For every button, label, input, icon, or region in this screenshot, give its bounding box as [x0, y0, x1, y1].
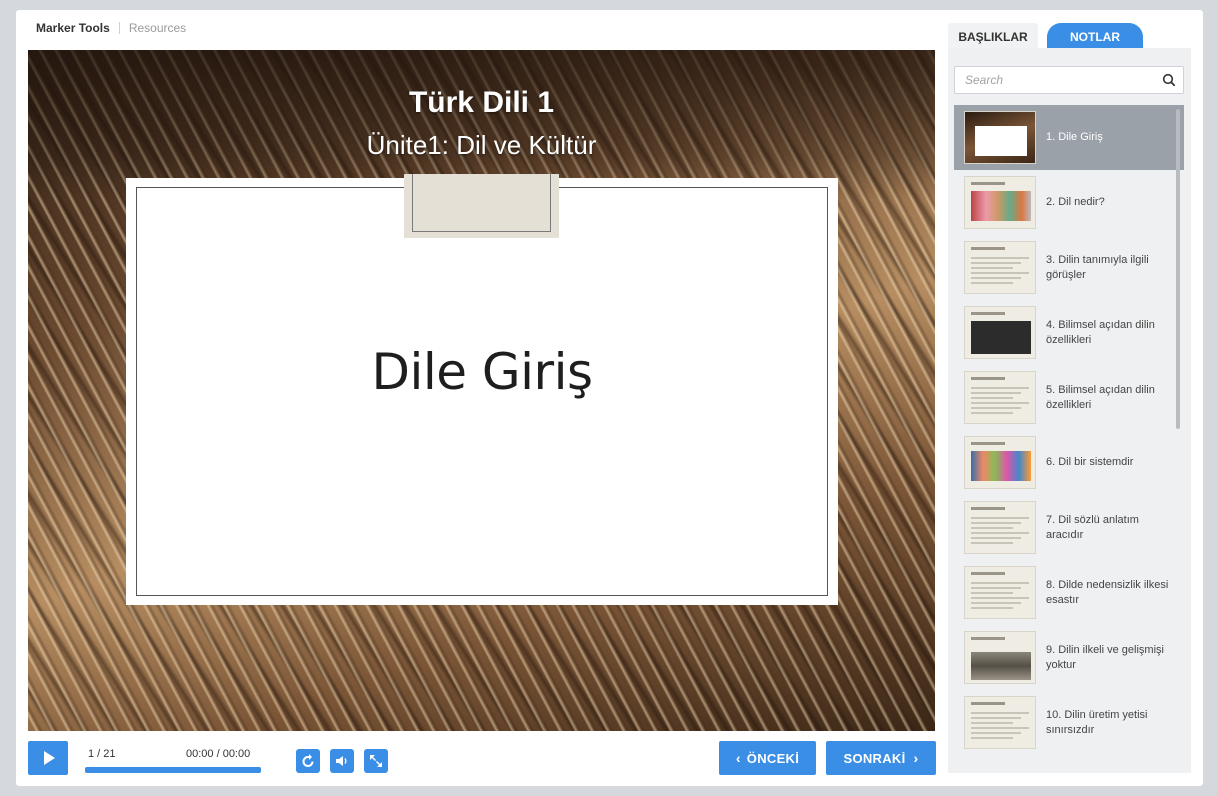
slide-list-item-label: 3. Dilin tanımıyla ilgili görüşler: [1046, 253, 1149, 281]
slide-heading: Dile Giriş: [371, 343, 593, 401]
search-input[interactable]: [955, 67, 1145, 93]
slide-list-item[interactable]: 3. Dilin tanımıyla ilgili görüşler: [954, 235, 1184, 300]
slide-list-item-label: 2. Dil nedir?: [1046, 196, 1105, 208]
slide-stage: Türk Dili 1 Ünite1: Dil ve Kültür Dile G…: [28, 50, 935, 731]
replay-icon: [302, 754, 314, 767]
player-controls: 1 / 21 00:00 / 00:00 ‹ ÖNCEKİ SONRAKİ ›: [28, 740, 936, 778]
slide-thumbnail: [964, 371, 1036, 424]
slide-thumbnail: [964, 566, 1036, 619]
progress-fill: [85, 767, 261, 773]
slide-list-item-label: 1. Dile Giriş: [1046, 131, 1103, 143]
play-icon: [44, 751, 55, 765]
chevron-left-icon: ‹: [735, 750, 741, 766]
slide-list-item[interactable]: 9. Dilin ilkeli ve gelişmişi yoktur: [954, 625, 1184, 690]
volume-icon: [336, 756, 347, 766]
slide-thumbnail: [964, 111, 1036, 164]
previous-button[interactable]: ‹ ÖNCEKİ: [719, 741, 816, 775]
link-divider: [118, 22, 120, 34]
slide-content-card: Dile Giriş: [126, 178, 838, 605]
slide-thumbnail: [964, 306, 1036, 359]
slide-list-item[interactable]: 4. Bilimsel açıdan dilin özellikleri: [954, 300, 1184, 365]
slide-thumbnail: [964, 501, 1036, 554]
fullscreen-button[interactable]: [364, 749, 388, 773]
sidebar-tabs: BAŞLIKLAR NOTLAR: [948, 20, 1191, 50]
replay-button[interactable]: [296, 749, 320, 773]
expand-icon: [370, 755, 382, 767]
slide-list-item[interactable]: 10. Dilin üretim yetisi sınırsızdır: [954, 690, 1184, 755]
slide-tab-border: [412, 174, 551, 232]
slide-list-item[interactable]: 7. Dil sözlü anlatım aracıdır: [954, 495, 1184, 560]
slide-thumbnail: [964, 436, 1036, 489]
slide-subtitle: Ünite1: Dil ve Kültür: [366, 130, 597, 160]
tab-notes[interactable]: NOTLAR: [1047, 23, 1143, 50]
slide-thumbnail: [964, 176, 1036, 229]
slide-tab-decoration: [404, 174, 559, 238]
next-label: SONRAKİ: [843, 750, 906, 766]
slide-list-item-label: 8. Dilde nedensizlik ilkesi esastır: [1046, 578, 1169, 606]
slide-counter: 1 / 21: [88, 748, 116, 760]
slide-list-item-label: 7. Dil sözlü anlatım aracıdır: [1046, 513, 1139, 541]
player-frame: Marker Tools Resources Türk Dili 1 Ünite…: [16, 10, 1203, 786]
time-display: 00:00 / 00:00: [186, 748, 251, 760]
chevron-right-icon: ›: [913, 750, 919, 766]
slide-list-item-label: 10. Dilin üretim yetisi sınırsızdır: [1046, 708, 1148, 736]
slide-thumbnail: [964, 241, 1036, 294]
slide-list-item-label: 6. Dil bir sistemdir: [1046, 456, 1134, 468]
previous-label: ÖNCEKİ: [746, 750, 800, 766]
slide-thumbnail: [964, 631, 1036, 684]
slide-list-item[interactable]: 1. Dile Giriş: [954, 105, 1184, 170]
play-button[interactable]: [28, 741, 68, 775]
resources-link[interactable]: Resources: [129, 21, 186, 35]
marker-tools-link[interactable]: Marker Tools: [36, 21, 110, 35]
slide-title: Türk Dili 1: [408, 86, 555, 119]
slide-list-item-label: 9. Dilin ilkeli ve gelişmişi yoktur: [1046, 643, 1164, 671]
next-button[interactable]: SONRAKİ ›: [826, 741, 936, 775]
slide-list-scrollbar[interactable]: [1176, 109, 1180, 429]
slide-list-item[interactable]: 5. Bilimsel açıdan dilin özellikleri: [954, 365, 1184, 430]
slide-list-item[interactable]: 2. Dil nedir?: [954, 170, 1184, 235]
search-box: [954, 66, 1184, 94]
top-links: Marker Tools Resources: [36, 21, 186, 35]
volume-button[interactable]: [330, 749, 354, 773]
slide-list: 1. Dile Giriş 2. Dil nedir? 3. Dilin tanım…: [954, 105, 1184, 773]
slide-thumbnail: [964, 696, 1036, 749]
slide-list-item-label: 5. Bilimsel açıdan dilin özellikleri: [1046, 383, 1155, 411]
slide-list-item-label: 4. Bilimsel açıdan dilin özellikleri: [1046, 318, 1155, 346]
search-icon[interactable]: [1162, 73, 1176, 87]
tab-headings[interactable]: BAŞLIKLAR: [948, 23, 1038, 50]
slide-list-item[interactable]: 8. Dilde nedensizlik ilkesi esastır: [954, 560, 1184, 625]
progress-bar[interactable]: [85, 767, 261, 773]
sidebar-panel: 1. Dile Giriş 2. Dil nedir? 3. Dilin tanım…: [948, 48, 1191, 773]
slide-list-item[interactable]: 6. Dil bir sistemdir: [954, 430, 1184, 495]
